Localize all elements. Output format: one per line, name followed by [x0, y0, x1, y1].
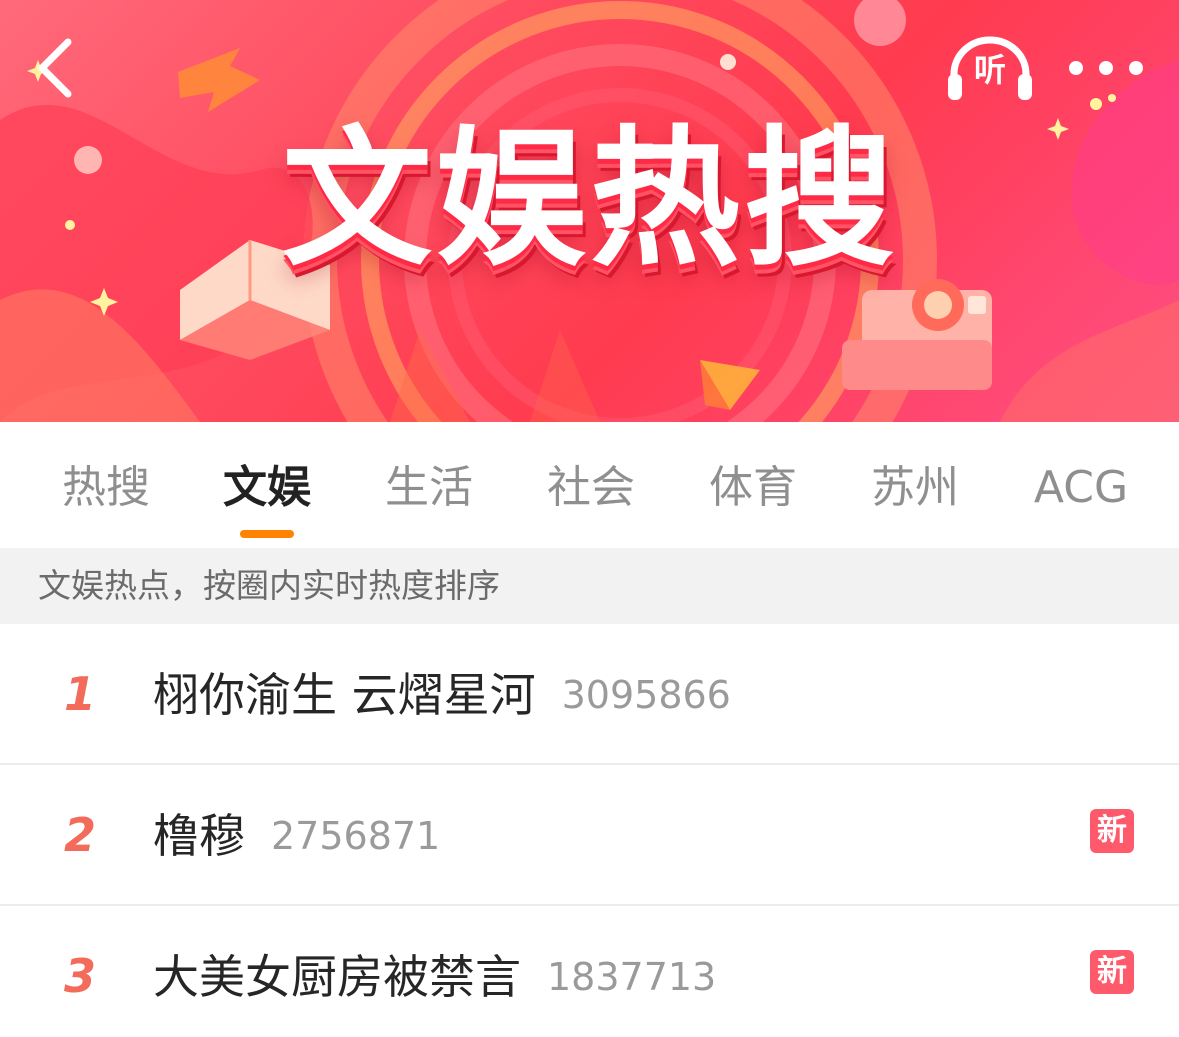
hot-search-page: 文娱热搜 听 热搜 文娱 生活 社会 体育 苏州 ACG 文娱热点，按圈内实时热…: [0, 0, 1179, 1037]
row-content: 栩你渝生 云熠星河 3095866: [153, 660, 731, 730]
tab-entertainment[interactable]: 文娱: [219, 458, 315, 518]
tab-hot-search[interactable]: 热搜: [58, 458, 154, 518]
heat-count: 2756871: [271, 814, 441, 858]
header-banner: 文娱热搜 听: [0, 0, 1179, 422]
topic-title[interactable]: 橹穆: [153, 809, 245, 863]
more-button[interactable]: [1062, 44, 1150, 92]
heat-count: 3095866: [561, 673, 731, 717]
subtitle-bar: 文娱热点，按圈内实时热度排序: [0, 548, 1179, 624]
list-item[interactable]: 2 橹穆 2756871 新: [0, 765, 1179, 906]
row-content: 大美女厨房被禁言 1837713: [153, 942, 716, 1012]
banner-title: 文娱热搜: [281, 113, 898, 287]
rank-number: 1: [63, 667, 96, 721]
hot-list: 1 栩你渝生 云熠星河 3095866 2 橹穆 2756871 新 3 大美女厨房…: [0, 624, 1179, 1037]
listen-button[interactable]: 听: [944, 34, 1036, 104]
list-item[interactable]: 1 栩你渝生 云熠星河 3095866: [0, 624, 1179, 765]
list-item[interactable]: 3 大美女厨房被禁言 1837713 新: [0, 906, 1179, 1037]
tab-acg[interactable]: ACG: [1026, 458, 1136, 518]
more-dots-icon: [1069, 61, 1143, 75]
topic-title[interactable]: 栩你渝生 云熠星河: [153, 668, 536, 722]
tab-society[interactable]: 社会: [543, 458, 639, 518]
back-button[interactable]: [22, 32, 92, 102]
listen-label: 听: [973, 51, 1006, 89]
tab-sports[interactable]: 体育: [705, 458, 801, 518]
new-badge: 新: [1090, 809, 1134, 853]
subtitle-text: 文娱热点，按圈内实时热度排序: [38, 566, 500, 605]
row-content: 橹穆 2756871: [153, 801, 440, 871]
tab-suzhou[interactable]: 苏州: [867, 458, 963, 518]
heat-count: 1837713: [547, 955, 717, 999]
rank-number: 3: [63, 949, 96, 1003]
active-tab-indicator: [240, 530, 294, 538]
rank-number: 2: [63, 808, 96, 862]
chevron-left-icon: [38, 38, 72, 98]
tab-life[interactable]: 生活: [381, 458, 477, 518]
new-badge: 新: [1090, 950, 1134, 994]
topic-title[interactable]: 大美女厨房被禁言: [153, 950, 521, 1004]
category-tabs: 热搜 文娱 生活 社会 体育 苏州 ACG: [0, 422, 1179, 548]
